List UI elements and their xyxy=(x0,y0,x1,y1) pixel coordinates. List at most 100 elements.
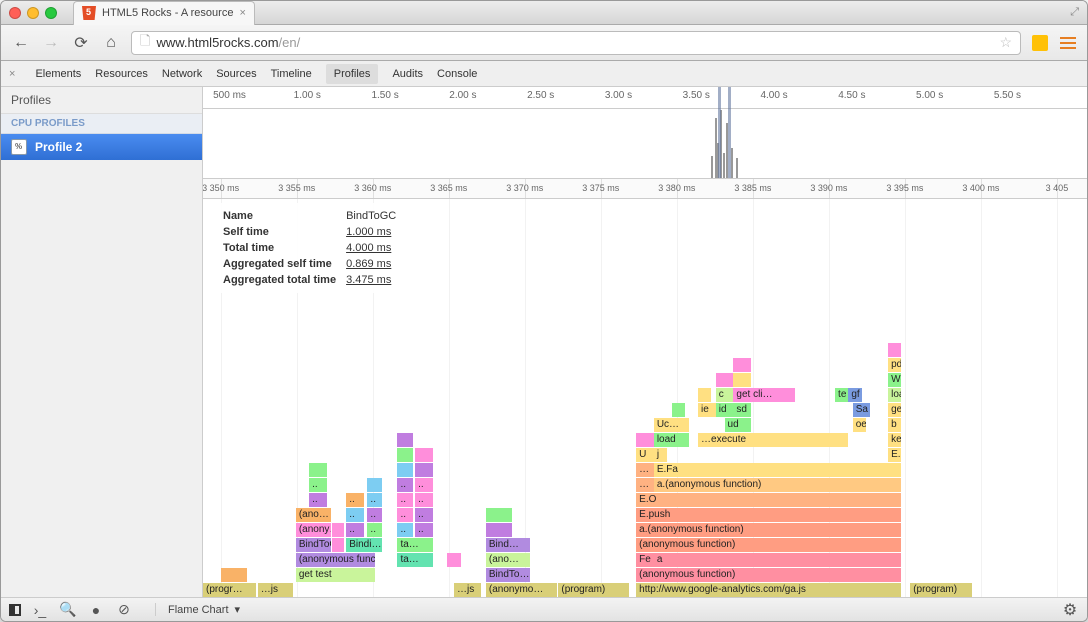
flame-block[interactable]: c xyxy=(716,388,734,402)
flame-block[interactable]: …js xyxy=(454,583,481,597)
flame-block[interactable]: ud xyxy=(725,418,752,432)
tab-network[interactable]: Network xyxy=(162,68,202,80)
fullscreen-icon[interactable]: ⤢ xyxy=(1070,6,1079,19)
flame-block[interactable] xyxy=(332,538,344,552)
flame-block[interactable]: (ano… xyxy=(486,553,530,567)
flame-block[interactable]: .. xyxy=(346,493,364,507)
flame-block[interactable]: .. xyxy=(397,523,413,537)
flame-block[interactable] xyxy=(309,463,327,477)
flame-block[interactable]: Bind… xyxy=(486,538,530,552)
flame-block[interactable]: … xyxy=(636,478,654,492)
flame-block[interactable] xyxy=(332,523,344,537)
flame-block[interactable]: .. xyxy=(397,493,413,507)
flame-block[interactable]: .. xyxy=(415,508,433,522)
forward-button[interactable]: → xyxy=(41,33,61,53)
flame-block[interactable]: .. xyxy=(415,523,433,537)
flame-block[interactable]: .. xyxy=(367,523,381,537)
sidebar-item-profile-2[interactable]: Profile 2 xyxy=(1,134,202,160)
flame-block[interactable]: get test xyxy=(296,568,376,582)
home-button[interactable]: ⌂ xyxy=(101,33,121,53)
flame-block[interactable]: b xyxy=(888,418,901,432)
flame-block[interactable]: gf xyxy=(848,388,861,402)
dock-icon[interactable] xyxy=(9,604,21,616)
flame-block[interactable]: get xyxy=(888,403,901,417)
tab-close-icon[interactable]: × xyxy=(239,7,245,19)
flame-block[interactable] xyxy=(397,463,413,477)
flame-block[interactable]: (anonymo… xyxy=(486,583,557,597)
overview-ruler[interactable]: 500 ms1.00 s1.50 s2.00 s2.50 s3.00 s3.50… xyxy=(203,87,1087,109)
tab-sources[interactable]: Sources xyxy=(216,68,256,80)
view-mode-select[interactable]: Flame Chart ▾ xyxy=(155,603,240,616)
flame-block[interactable] xyxy=(486,508,513,522)
flame-block[interactable]: te xyxy=(835,388,848,402)
flame-block[interactable] xyxy=(415,448,433,462)
flame-block[interactable]: Sa xyxy=(853,403,871,417)
tab-elements[interactable]: Elements xyxy=(35,68,81,80)
flame-block[interactable]: a.(anonymous function) xyxy=(636,523,901,537)
close-window-button[interactable] xyxy=(9,7,21,19)
flame-block[interactable] xyxy=(888,343,901,357)
reload-button[interactable]: ⟳ xyxy=(71,33,91,53)
search-icon[interactable]: 🔍 xyxy=(59,601,77,619)
flame-block[interactable]: .. xyxy=(397,508,413,522)
overview-handle[interactable] xyxy=(718,87,721,178)
extension-icon[interactable] xyxy=(1031,34,1049,52)
flame-block[interactable]: (anonymous function) xyxy=(636,568,901,582)
overview-handle[interactable] xyxy=(728,87,731,178)
flame-block[interactable]: (progr… xyxy=(203,583,256,597)
flame-block[interactable]: Bindi… xyxy=(346,538,381,552)
flame-chart-area[interactable]: NameBindToGC Self time1.000 ms Total tim… xyxy=(203,199,1087,597)
devtools-close-icon[interactable]: × xyxy=(9,68,15,80)
flame-block[interactable]: ta… xyxy=(397,553,432,567)
flame-block[interactable]: … xyxy=(636,463,654,477)
tab-console[interactable]: Console xyxy=(437,68,477,80)
flame-block[interactable] xyxy=(733,358,751,372)
browser-tab[interactable]: HTML5 Rocks - A resource × xyxy=(73,1,255,25)
flame-block[interactable]: (anonymous function) xyxy=(296,553,376,567)
flame-block[interactable] xyxy=(447,553,461,567)
flame-block[interactable]: E.O xyxy=(636,493,901,507)
flame-block[interactable] xyxy=(397,433,413,447)
flame-block[interactable] xyxy=(367,478,381,492)
flame-block[interactable] xyxy=(415,463,433,477)
flame-block[interactable]: load xyxy=(654,433,689,447)
flame-block[interactable]: load xyxy=(888,388,901,402)
menu-icon[interactable] xyxy=(1059,34,1077,52)
flame-block[interactable]: …execute xyxy=(698,433,848,447)
flame-block[interactable]: E.push xyxy=(636,508,901,522)
flame-block[interactable]: .. xyxy=(346,508,364,522)
detail-ruler[interactable]: 3 350 ms3 355 ms3 360 ms3 365 ms3 370 ms… xyxy=(203,179,1087,199)
flame-block[interactable] xyxy=(672,403,685,417)
flame-block[interactable]: Wc xyxy=(888,373,901,387)
flame-block[interactable]: j xyxy=(654,448,667,462)
record-icon[interactable]: ● xyxy=(87,601,105,619)
overview-minimap[interactable] xyxy=(203,109,1087,179)
flame-block[interactable]: .. xyxy=(309,493,327,507)
flame-block[interactable]: BindTo… xyxy=(486,568,530,582)
flame-block[interactable]: (program) xyxy=(558,583,629,597)
flame-block[interactable]: U xyxy=(636,448,654,462)
flame-block[interactable]: .. xyxy=(415,478,433,492)
flame-block[interactable] xyxy=(733,373,751,387)
flame-block[interactable]: id xyxy=(716,403,734,417)
flame-block[interactable]: ta… xyxy=(397,538,432,552)
flame-block[interactable]: .. xyxy=(397,478,413,492)
tab-profiles[interactable]: Profiles xyxy=(326,64,379,84)
flame-block[interactable]: BindToGC xyxy=(296,538,331,552)
flame-block[interactable]: (program) xyxy=(910,583,972,597)
settings-gear-icon[interactable]: ⚙ xyxy=(1061,601,1079,619)
flame-block[interactable]: …js xyxy=(258,583,293,597)
flame-block[interactable]: (ano… xyxy=(296,508,331,522)
flame-block[interactable]: (anonymous function) xyxy=(636,538,901,552)
flame-block[interactable] xyxy=(698,388,711,402)
flame-block[interactable]: .. xyxy=(367,508,381,522)
clear-icon[interactable]: ⊘ xyxy=(115,601,133,619)
flame-block[interactable]: E.K xyxy=(888,448,901,462)
address-bar[interactable]: 🗋 www.html5rocks.com/en/ ☆ xyxy=(131,31,1021,55)
flame-block[interactable]: a.(anonymous function) xyxy=(654,478,902,492)
flame-block[interactable]: pd xyxy=(888,358,901,372)
flame-block[interactable]: E.Fa xyxy=(654,463,902,477)
flame-block[interactable] xyxy=(716,373,734,387)
flame-block[interactable]: .. xyxy=(346,523,364,537)
flame-block[interactable]: ke xyxy=(888,433,901,447)
